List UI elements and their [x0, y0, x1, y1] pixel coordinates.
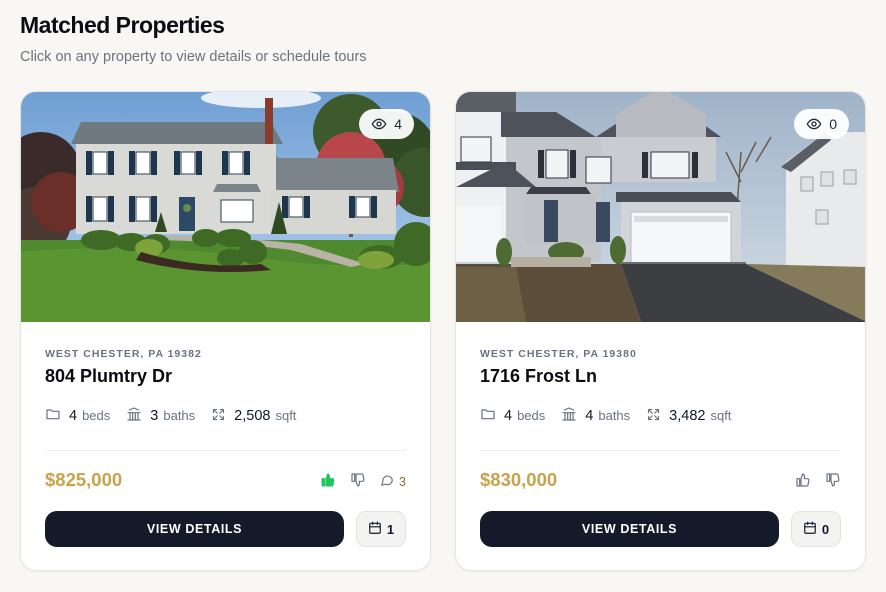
schedule-tour-button[interactable]: 0: [791, 511, 841, 547]
baths-count: 3: [150, 407, 159, 424]
bed-icon: [45, 406, 69, 425]
thumbs-down-icon: [350, 472, 366, 491]
tours-count: 0: [821, 521, 830, 537]
thumbs-up-icon: [320, 472, 336, 491]
beds-count: 4: [69, 407, 78, 424]
calendar-icon: [803, 521, 817, 538]
expand-icon: [211, 407, 234, 425]
views-badge: 4: [359, 109, 414, 139]
property-photo[interactable]: 4: [21, 92, 430, 322]
comment-icon: [380, 473, 394, 490]
dislike-button[interactable]: [825, 472, 841, 491]
comments-count: 3: [399, 474, 406, 489]
baths-count: 4: [585, 407, 594, 424]
view-details-button[interactable]: VIEW DETAILS: [45, 511, 344, 547]
property-location: WEST CHESTER, PA 19382: [45, 348, 202, 360]
property-address[interactable]: 1716 Frost Ln: [480, 366, 597, 387]
expand-icon: [646, 407, 669, 425]
property-location: WEST CHESTER, PA 19380: [480, 348, 637, 360]
tours-count: 1: [386, 521, 395, 537]
property-card[interactable]: 0 WEST CHESTER, PA 19380 1716 Frost Ln 4…: [455, 91, 866, 571]
beds-spec: 4 beds: [480, 406, 545, 425]
sqft-count: 3,482: [669, 407, 706, 424]
dislike-button[interactable]: [350, 472, 366, 491]
beds-spec: 4 beds: [45, 406, 110, 425]
property-address[interactable]: 804 Plumtry Dr: [45, 366, 172, 387]
bath-icon: [126, 406, 150, 425]
eye-icon: [806, 116, 822, 132]
like-button[interactable]: [320, 472, 336, 491]
eye-icon: [371, 116, 387, 132]
property-specs: 4 beds 4 baths 3,482 sqft: [480, 406, 747, 425]
divider: [480, 450, 841, 451]
bath-icon: [561, 406, 585, 425]
views-count: 0: [829, 116, 837, 132]
property-specs: 4 beds 3 baths 2,508 sqft: [45, 406, 312, 425]
like-button[interactable]: [795, 472, 811, 491]
feedback-actions: 3: [320, 472, 406, 491]
baths-label: baths: [598, 408, 631, 423]
views-badge: 0: [794, 109, 849, 139]
thumbs-down-icon: [825, 472, 841, 491]
beds-label: beds: [517, 408, 546, 423]
sqft-spec: 2,508 sqft: [211, 407, 296, 425]
calendar-icon: [368, 521, 382, 538]
divider: [45, 450, 406, 451]
property-photo[interactable]: 0: [456, 92, 865, 322]
bed-icon: [480, 406, 504, 425]
sqft-count: 2,508: [234, 407, 271, 424]
property-price: $830,000: [480, 469, 558, 490]
sqft-label: sqft: [275, 408, 297, 423]
sqft-label: sqft: [710, 408, 732, 423]
page-subtitle: Click on any property to view details or…: [20, 49, 367, 65]
comments-button[interactable]: 3: [380, 473, 406, 490]
page-title: Matched Properties: [20, 12, 225, 38]
baths-spec: 3 baths: [126, 406, 195, 425]
baths-spec: 4 baths: [561, 406, 630, 425]
thumbs-up-icon: [795, 472, 811, 491]
beds-label: beds: [82, 408, 111, 423]
views-count: 4: [394, 116, 402, 132]
schedule-tour-button[interactable]: 1: [356, 511, 406, 547]
property-price: $825,000: [45, 469, 123, 490]
beds-count: 4: [504, 407, 513, 424]
property-card[interactable]: 4 WEST CHESTER, PA 19382 804 Plumtry Dr …: [20, 91, 431, 571]
sqft-spec: 3,482 sqft: [646, 407, 731, 425]
baths-label: baths: [163, 408, 196, 423]
feedback-actions: [795, 472, 841, 491]
view-details-button[interactable]: VIEW DETAILS: [480, 511, 779, 547]
